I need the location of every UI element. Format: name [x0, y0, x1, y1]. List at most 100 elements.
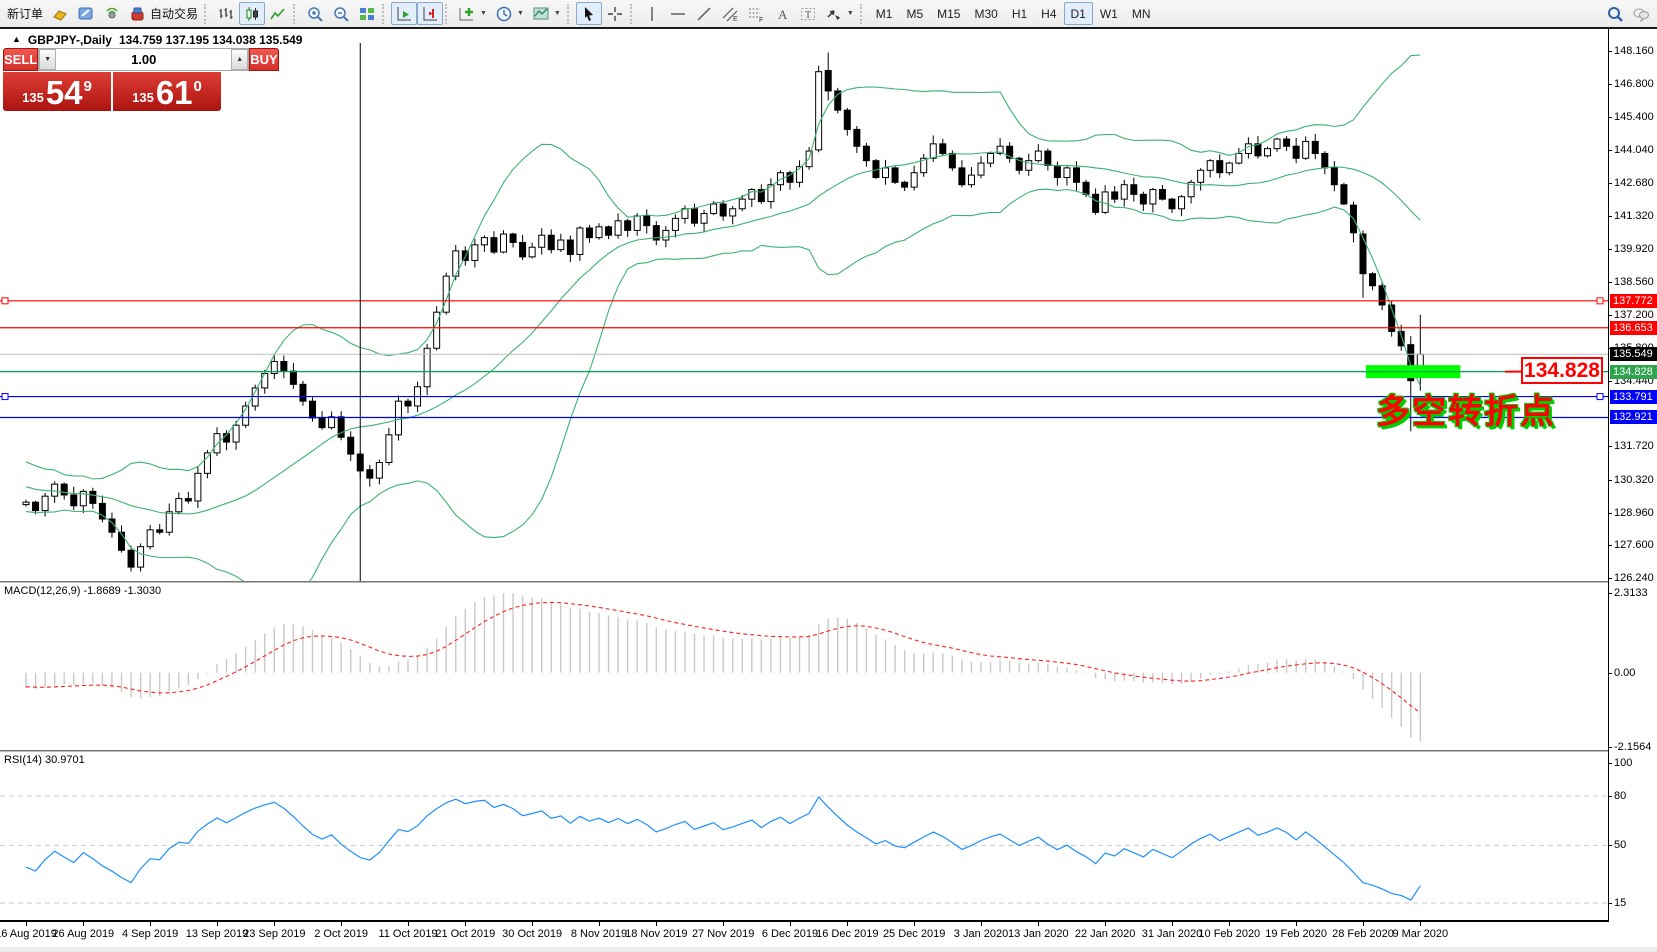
line-handle[interactable]	[1597, 298, 1603, 304]
fibonacci-button[interactable]: F	[743, 2, 769, 25]
tile-windows-button[interactable]	[354, 2, 380, 25]
bollinger-band	[26, 189, 1420, 581]
timeframe-m5-button[interactable]: M5	[899, 2, 930, 25]
rsi-tick-label: 80	[1614, 790, 1626, 802]
candles	[23, 52, 1423, 571]
date-label[interactable]: 21 Oct 2019	[427, 928, 503, 940]
axis-tick-mark	[1609, 747, 1612, 748]
arrows-button[interactable]: ▼	[821, 2, 858, 25]
main-chart-window[interactable]	[0, 29, 1608, 581]
text-icon: A	[773, 5, 791, 23]
bar-chart-button[interactable]	[213, 2, 239, 25]
sell-price-pips: 54	[46, 76, 83, 109]
date-label[interactable]: 16 Dec 2019	[809, 928, 885, 940]
date-label[interactable]: 22 Jan 2020	[1067, 928, 1143, 940]
volume-decrease-button[interactable]: ▼	[39, 49, 56, 70]
price-tick-label: 126.240	[1614, 572, 1654, 584]
collapse-subwindow-icon[interactable]: ▲	[12, 34, 21, 47]
chat-button[interactable]	[1628, 2, 1654, 25]
vertical-line-button[interactable]	[639, 2, 665, 25]
crosshair-button[interactable]	[602, 2, 628, 25]
timeframe-h1-button[interactable]: H1	[1005, 2, 1034, 25]
zoom-out-button[interactable]	[328, 2, 354, 25]
date-label[interactable]: 10 Feb 2020	[1191, 928, 1267, 940]
date-label[interactable]: 13 Jan 2020	[1000, 928, 1076, 940]
price-tick-label: 144.040	[1614, 144, 1654, 156]
line-handle[interactable]	[2, 298, 8, 304]
timeframe-m15-button[interactable]: M15	[930, 2, 967, 25]
toolbar-separator	[630, 4, 635, 24]
chart-shift-button[interactable]	[417, 2, 443, 25]
line-chart-button[interactable]	[265, 2, 291, 25]
zoom-in-icon	[306, 5, 324, 23]
volume-increase-button[interactable]: ▲	[231, 49, 248, 70]
line-handle[interactable]	[1597, 394, 1603, 400]
date-tick-mark	[274, 922, 275, 926]
buy-button[interactable]: BUY	[249, 48, 278, 71]
candlestick-chart-button[interactable]	[239, 2, 265, 25]
dropdown-caret-icon[interactable]: ▼	[847, 10, 854, 17]
sell-price-display[interactable]: 135 54 9	[3, 72, 111, 111]
fibonacci-icon: F	[747, 5, 765, 23]
axis-tick-mark	[1609, 315, 1612, 316]
periods-button[interactable]: ▼	[491, 2, 528, 25]
axis-tick-mark	[1609, 51, 1612, 52]
date-label[interactable]: 18 Nov 2019	[618, 928, 694, 940]
auto-scroll-icon	[395, 5, 413, 23]
new-chart-button[interactable]	[47, 2, 73, 25]
price-tick-label: 138.560	[1614, 276, 1654, 288]
timeframe-d1-button[interactable]: D1	[1064, 2, 1093, 25]
indicators-button[interactable]: ▼	[454, 2, 491, 25]
signals-button[interactable]	[99, 2, 125, 25]
text-button[interactable]: A	[769, 2, 795, 25]
date-label[interactable]: 23 Sep 2019	[236, 928, 312, 940]
timeframe-mn-button[interactable]: MN	[1125, 2, 1158, 25]
timeframe-h4-button[interactable]: H4	[1034, 2, 1063, 25]
date-tick-mark	[1172, 922, 1173, 926]
dropdown-caret-icon[interactable]: ▼	[554, 10, 561, 17]
macd-window[interactable]	[0, 583, 1608, 750]
axis-tick-mark	[1609, 593, 1612, 594]
metaeditor-button[interactable]	[73, 2, 99, 25]
horizontal-line-button[interactable]	[665, 2, 691, 25]
trendline-button[interactable]	[691, 2, 717, 25]
date-tick-mark	[341, 922, 342, 926]
timeframe-m1-button[interactable]: M1	[869, 2, 900, 25]
date-label[interactable]: 26 Aug 2019	[45, 928, 121, 940]
line-handle[interactable]	[2, 394, 8, 400]
turning-point-annotation[interactable]: 多空转折点	[1376, 384, 1556, 433]
cursor-button[interactable]	[576, 2, 602, 25]
channel-icon: E	[721, 5, 739, 23]
templates-button[interactable]: ▼	[528, 2, 565, 25]
new-order-button[interactable]: 新订单	[3, 2, 47, 25]
date-label[interactable]: 9 Mar 2020	[1382, 928, 1458, 940]
axis-tick-mark	[1609, 381, 1612, 382]
dropdown-caret-icon[interactable]: ▼	[480, 10, 487, 17]
price-callout-label[interactable]: 134.828	[1521, 357, 1603, 384]
date-axis[interactable]: 16 Aug 201926 Aug 20194 Sep 201913 Sep 2…	[0, 922, 1608, 947]
dropdown-caret-icon[interactable]: ▼	[517, 10, 524, 17]
date-label[interactable]: 27 Nov 2019	[685, 928, 761, 940]
date-label[interactable]: 19 Feb 2020	[1258, 928, 1334, 940]
autotrading-button[interactable]: 自动交易	[125, 2, 202, 25]
chart-shift-icon	[421, 5, 439, 23]
text-label-button[interactable]: T	[795, 2, 821, 25]
zoom-in-button[interactable]	[302, 2, 328, 25]
volume-input[interactable]	[56, 49, 231, 70]
date-label[interactable]: 25 Dec 2019	[876, 928, 952, 940]
date-label[interactable]: 30 Oct 2019	[494, 928, 570, 940]
sell-button[interactable]: SELL	[3, 48, 38, 71]
toolbar: 新订单 自动交易 ▼ ▼ ▼ EFAT ▼ M1M5M15M30H1H4D1W1MN	[0, 0, 1657, 27]
search-icon	[1606, 5, 1624, 23]
rsi-line	[26, 797, 1420, 900]
price-axis[interactable]: 148.160146.800145.400144.040142.680141.3…	[1608, 29, 1657, 922]
search-button[interactable]	[1602, 2, 1628, 25]
date-label[interactable]: 2 Oct 2019	[303, 928, 379, 940]
timeframe-m30-button[interactable]: M30	[967, 2, 1004, 25]
equidistant-channel-button[interactable]: E	[717, 2, 743, 25]
buy-price-display[interactable]: 135 61 0	[113, 72, 221, 111]
timeframe-w1-button[interactable]: W1	[1093, 2, 1125, 25]
auto-scroll-button[interactable]	[391, 2, 417, 25]
date-label[interactable]: 4 Sep 2019	[112, 928, 188, 940]
rsi-window[interactable]	[0, 752, 1608, 920]
